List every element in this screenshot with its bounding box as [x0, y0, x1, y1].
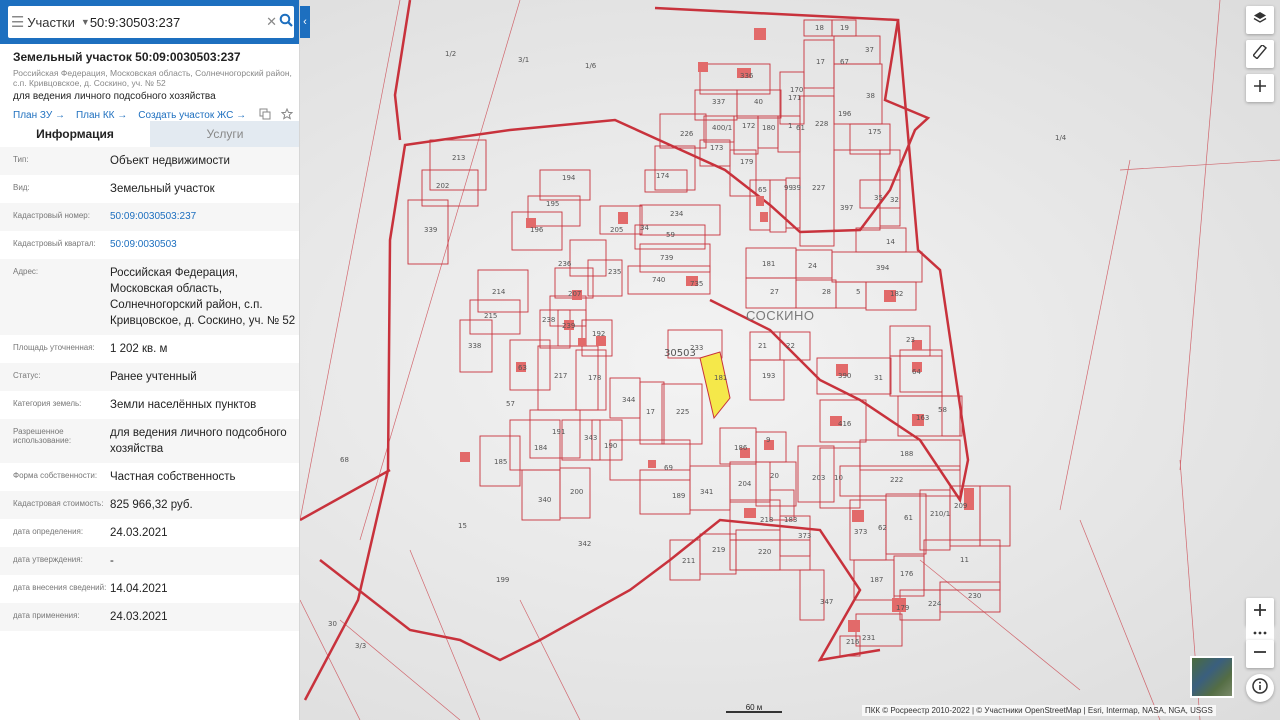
info-row: Категория земель: Земли населённых пункто…: [0, 391, 299, 419]
info-row-value: -: [110, 555, 114, 567]
search-input[interactable]: [89, 8, 266, 36]
info-row: Статус: Ранее учтенный: [0, 363, 299, 391]
info-row-label: Статус:: [13, 371, 41, 380]
map-attribution: ПКК © Росреестр 2010-2022 | © Участники …: [862, 705, 1216, 716]
info-row: Форма собственности: Частная собственност…: [0, 463, 299, 491]
plan-zu-link[interactable]: План ЗУ →: [13, 110, 65, 121]
layers-button[interactable]: [1246, 6, 1274, 34]
map-canvas[interactable]: [300, 0, 1280, 720]
search-type-select[interactable]: Участки ▼: [27, 15, 90, 30]
zoom-out-icon: [1253, 645, 1267, 663]
cadastral-map[interactable]: СОСКИНО 30503 1/2 1/6 1/4 3/1 3/3 30 18 19 37 17 6…: [300, 0, 1280, 720]
info-row-value: 825 966,32 руб.: [110, 499, 193, 511]
info-row-label: Форма собственности:: [13, 471, 98, 480]
more-button[interactable]: [1246, 620, 1274, 642]
tab-services[interactable]: Услуги: [150, 121, 299, 147]
info-row-label: Адрес:: [13, 267, 39, 276]
info-row: Разрешенное использование: для ведения ли…: [0, 419, 299, 463]
info-row: дата утверждения: -: [0, 547, 299, 575]
info-row: Площадь уточненная: 1 202 кв. м: [0, 335, 299, 363]
chevron-down-icon: ▼: [80, 17, 90, 27]
layers-icon: [1253, 11, 1267, 29]
search-type-label: Участки: [27, 14, 75, 30]
info-row-label: Разрешенное использование:: [13, 427, 72, 445]
settlement-boundary: [300, 0, 970, 701]
info-row: дата внесения сведений: 14.04.2021: [0, 575, 299, 603]
info-row-label: Кадастровый номер:: [13, 211, 90, 220]
chevron-left-icon: ‹: [303, 16, 307, 28]
info-row-label: дата применения:: [13, 611, 80, 620]
info-row-value: Частная собственность: [110, 471, 236, 483]
zoom-in-icon: [1253, 603, 1267, 621]
search-button[interactable]: [277, 9, 294, 35]
info-row-label: дата определения:: [13, 527, 84, 536]
hamburger-icon[interactable]: ☰: [8, 13, 27, 31]
highlighted-parcel-237[interactable]: [699, 351, 731, 420]
info-row-value: 24.03.2021: [110, 527, 168, 539]
info-icon: [1252, 678, 1268, 698]
close-icon[interactable]: ✕: [266, 14, 278, 30]
collapse-panel-button[interactable]: ‹: [300, 6, 310, 38]
object-purpose: для ведения личного подсобного хозяйства: [13, 91, 216, 102]
info-row-value: 24.03.2021: [110, 611, 168, 623]
create-parcel-link[interactable]: Создать участок ЖС →: [138, 110, 246, 121]
info-row-value: 14.04.2021: [110, 583, 168, 595]
scale-bar: 60 м: [726, 703, 782, 713]
info-row: Кадастровый квартал: 50:09:0030503: [0, 231, 299, 259]
object-address: Российская Федерация, Московская область…: [13, 68, 292, 88]
panel-tabs: Информация Услуги: [0, 121, 299, 147]
info-button[interactable]: [1246, 674, 1274, 702]
info-row: Вид: Земельный участок: [0, 175, 299, 203]
info-row-value: Российская Федерация, Московская область…: [110, 267, 296, 327]
info-row-label: Кадастровый квартал:: [13, 239, 96, 248]
info-row-label: дата утверждения:: [13, 555, 83, 564]
info-row: дата определения: 24.03.2021: [0, 519, 299, 547]
info-row-link[interactable]: 50:09:0030503:237: [110, 209, 299, 225]
object-header: Земельный участок 50:09:0030503:237 Росс…: [13, 50, 294, 123]
object-title: Земельный участок 50:09:0030503:237: [13, 50, 241, 64]
info-row: дата применения: 24.03.2021: [0, 603, 299, 631]
info-row-label: Категория земель:: [13, 399, 82, 408]
search-bar: ☰ Участки ▼ ✕: [0, 0, 299, 44]
info-row-label: Тип:: [13, 155, 29, 164]
ruler-button[interactable]: [1246, 40, 1274, 68]
info-row-value: для ведения личного подсобного хозяйства: [110, 427, 287, 455]
crosshair-button[interactable]: [1246, 74, 1274, 102]
ruler-icon: [1252, 43, 1268, 63]
info-row: Кадастровый номер: 50:09:0030503:237: [0, 203, 299, 231]
info-row: Тип: Объект недвижимости: [0, 147, 299, 175]
crosshair-icon: [1253, 79, 1267, 97]
info-row-value: Земли населённых пунктов: [110, 399, 257, 411]
zoom-out-button[interactable]: [1246, 640, 1274, 668]
more-dots-icon: [1253, 623, 1267, 640]
search-icon: [279, 13, 293, 32]
info-row-value: Земельный участок: [110, 183, 215, 195]
info-rows: Тип: Объект недвижимости Вид: Земельный уча…: [0, 147, 299, 631]
info-row-value: Ранее учтенный: [110, 371, 197, 383]
info-row-link[interactable]: 50:09:0030503: [110, 237, 299, 253]
info-row-label: Вид:: [13, 183, 30, 192]
info-panel: ☰ Участки ▼ ✕ Земельный участок 50:09:00…: [0, 0, 300, 720]
info-row-label: Кадастровая стоимость:: [13, 499, 104, 508]
plan-kk-link[interactable]: План КК →: [76, 110, 127, 121]
tab-info[interactable]: Информация: [0, 121, 150, 147]
info-row: Кадастровая стоимость: 825 966,32 руб.: [0, 491, 299, 519]
basemap-switcher[interactable]: [1190, 656, 1234, 698]
info-row-value: Объект недвижимости: [110, 155, 230, 167]
info-row: Адрес: Российская Федерация, Московская о…: [0, 259, 299, 335]
info-row-value: 1 202 кв. м: [110, 343, 168, 355]
info-row-label: Площадь уточненная:: [13, 343, 95, 352]
info-row-label: дата внесения сведений:: [13, 583, 107, 592]
search-box: ☰ Участки ▼ ✕: [8, 6, 294, 38]
